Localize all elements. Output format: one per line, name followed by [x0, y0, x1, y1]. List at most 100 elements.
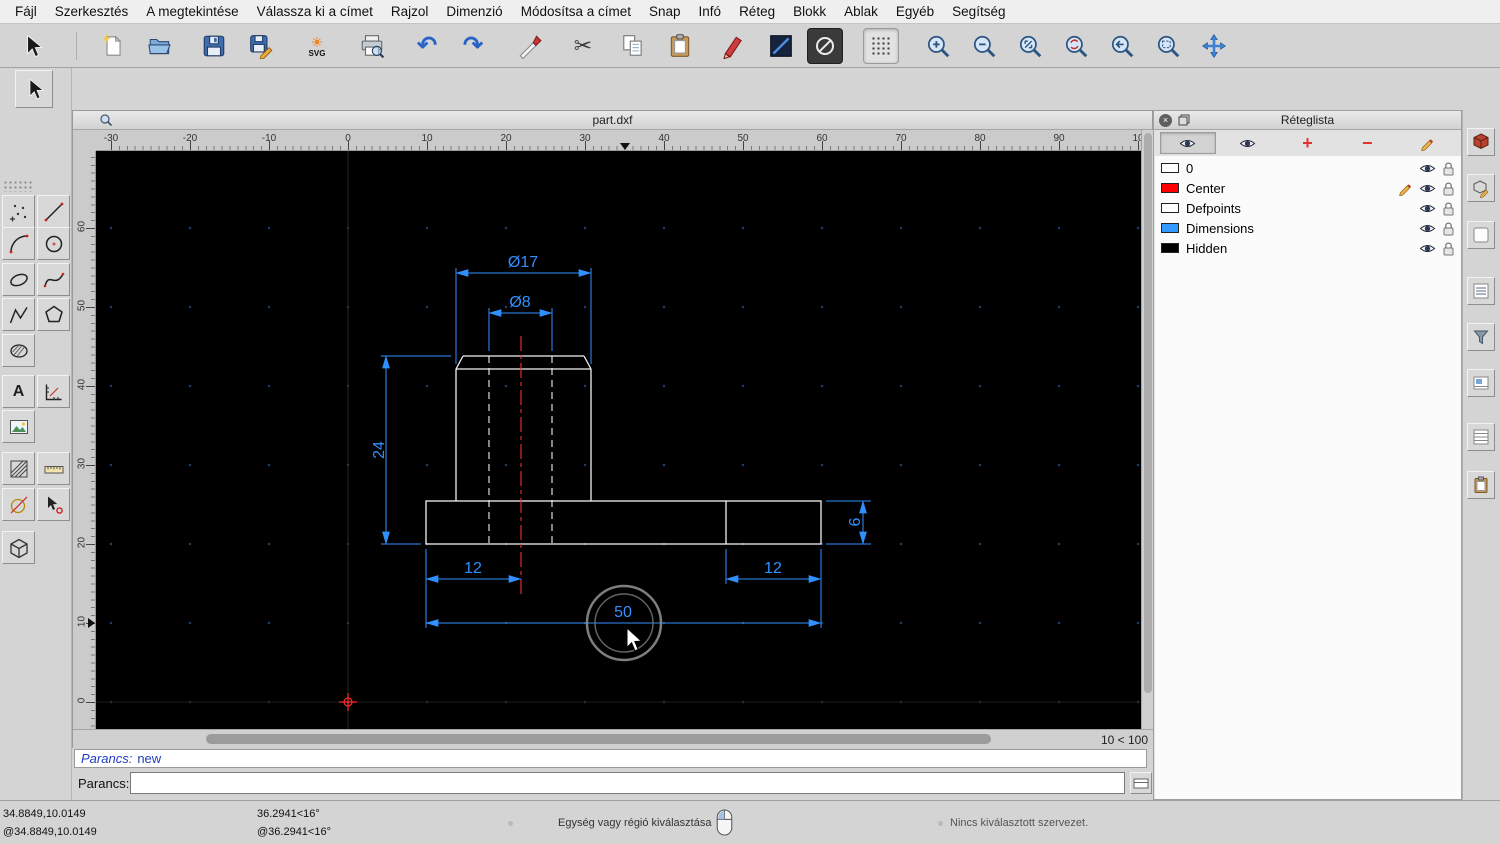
- dock-toggle-library[interactable]: [1467, 369, 1495, 397]
- copy-button[interactable]: [615, 28, 651, 64]
- layer-row-0[interactable]: 0: [1155, 158, 1461, 178]
- menu-file[interactable]: Fájl: [6, 0, 46, 24]
- layer-panel-titlebar[interactable]: × Réteglista: [1154, 111, 1461, 130]
- dock-toggle-filter[interactable]: [1467, 323, 1495, 351]
- pattern-tool-button[interactable]: [2, 452, 35, 485]
- layer-visibility-icon[interactable]: [1419, 222, 1436, 235]
- pointer-tool-button[interactable]: [15, 70, 53, 108]
- menu-other[interactable]: Egyéb: [887, 0, 943, 24]
- menu-edit[interactable]: Szerkesztés: [46, 0, 138, 24]
- measure-tool-button[interactable]: [37, 452, 70, 485]
- spline-tool-button[interactable]: [37, 263, 70, 296]
- menu-window[interactable]: Ablak: [835, 0, 887, 24]
- layer-row-defpoints[interactable]: Defpoints: [1155, 198, 1461, 218]
- menu-select[interactable]: Válassza ki a címet: [248, 0, 382, 24]
- toolbar-drag-handle[interactable]: [3, 180, 33, 192]
- new-document-button[interactable]: [95, 28, 131, 64]
- layer-color-swatch[interactable]: [1161, 183, 1179, 193]
- isometric-tool-button[interactable]: [2, 531, 35, 564]
- save-button[interactable]: [196, 28, 232, 64]
- menu-block[interactable]: Blokk: [784, 0, 835, 24]
- line-tool-button[interactable]: [37, 195, 70, 228]
- zoom-in-button[interactable]: [920, 28, 956, 64]
- save-as-button[interactable]: [243, 28, 279, 64]
- menu-snap[interactable]: Snap: [640, 0, 690, 24]
- command-options-button[interactable]: [1130, 772, 1152, 794]
- points-tool-button[interactable]: [2, 195, 35, 228]
- remove-layer-button[interactable]: −: [1339, 132, 1395, 154]
- layer-color-swatch[interactable]: [1161, 163, 1179, 173]
- menu-help[interactable]: Segítség: [943, 0, 1014, 24]
- horizontal-scrollbar[interactable]: [96, 730, 1094, 750]
- layer-lock-icon[interactable]: [1442, 181, 1455, 196]
- layer-lock-icon[interactable]: [1442, 161, 1455, 176]
- layer-lock-icon[interactable]: [1442, 221, 1455, 236]
- hatch-tool-button[interactable]: [2, 334, 35, 367]
- modify-layer-button[interactable]: [1399, 132, 1455, 154]
- show-all-layers-button[interactable]: [1160, 132, 1216, 154]
- layer-color-swatch[interactable]: [1161, 203, 1179, 213]
- layer-color-swatch[interactable]: [1161, 223, 1179, 233]
- layer-color-swatch[interactable]: [1161, 243, 1179, 253]
- add-layer-button[interactable]: +: [1279, 132, 1335, 154]
- zoom-out-button[interactable]: [966, 28, 1002, 64]
- export-svg-button[interactable]: SVG: [299, 28, 335, 64]
- dock-toggle-layer-list[interactable]: [1467, 277, 1495, 305]
- arc-tool-button[interactable]: [2, 227, 35, 260]
- select-tool-button[interactable]: [14, 28, 50, 64]
- drawing-canvas[interactable]: Ø17 Ø8 24 6 12 12 50: [96, 151, 1141, 729]
- layer-lock-icon[interactable]: [1442, 201, 1455, 216]
- attributes-pen-button[interactable]: [715, 28, 751, 64]
- open-file-button[interactable]: [142, 28, 178, 64]
- print-preview-button[interactable]: [354, 28, 390, 64]
- horizontal-scrollbar-thumb[interactable]: [206, 734, 991, 744]
- redo-button[interactable]: ↷: [455, 28, 491, 64]
- layer-row-dimensions[interactable]: Dimensions: [1155, 218, 1461, 238]
- circle-slash-button[interactable]: [807, 28, 843, 64]
- polygon-tool-button[interactable]: [37, 298, 70, 331]
- paste-button[interactable]: [662, 28, 698, 64]
- zoom-window-button[interactable]: [1150, 28, 1186, 64]
- ellipse-tool-button[interactable]: [2, 263, 35, 296]
- zoom-auto-button[interactable]: [1012, 28, 1048, 64]
- zoom-redraw-button[interactable]: [1058, 28, 1094, 64]
- command-input[interactable]: [130, 772, 1125, 794]
- grid-toggle-button[interactable]: [863, 28, 899, 64]
- menu-info[interactable]: Infó: [690, 0, 731, 24]
- layer-visibility-icon[interactable]: [1419, 242, 1436, 255]
- modify-tool-button[interactable]: [2, 488, 35, 521]
- text-tool-button[interactable]: A: [2, 375, 35, 408]
- hide-all-layers-button[interactable]: [1220, 132, 1276, 154]
- snap-tool-button[interactable]: [37, 488, 70, 521]
- dock-toggle-clipboard[interactable]: [1467, 471, 1495, 499]
- menu-view[interactable]: A megtekintése: [137, 0, 247, 24]
- layer-row-center[interactable]: Center: [1155, 178, 1461, 198]
- document-titlebar[interactable]: part.dxf: [73, 111, 1152, 130]
- circle-tool-button[interactable]: [37, 227, 70, 260]
- dock-toggle-rows[interactable]: [1467, 423, 1495, 451]
- dock-toggle-blocks[interactable]: [1467, 174, 1495, 202]
- undo-button[interactable]: ↶: [409, 28, 445, 64]
- menu-modify[interactable]: Módosítsa a címet: [512, 0, 640, 24]
- menu-layer[interactable]: Réteg: [730, 0, 784, 24]
- zoom-pan-button[interactable]: [1196, 28, 1232, 64]
- zoom-previous-button[interactable]: [1104, 28, 1140, 64]
- dock-toggle-panel[interactable]: [1467, 221, 1495, 249]
- layer-edit-icon[interactable]: [1398, 181, 1413, 196]
- image-tool-button[interactable]: [2, 410, 35, 443]
- float-panel-icon[interactable]: [1178, 114, 1190, 126]
- cut-button[interactable]: ✂: [565, 28, 601, 64]
- close-panel-button[interactable]: ×: [1159, 114, 1172, 127]
- menu-dimension[interactable]: Dimenzió: [437, 0, 511, 24]
- delete-button[interactable]: [512, 28, 548, 64]
- layer-visibility-icon[interactable]: [1419, 182, 1436, 195]
- layer-visibility-icon[interactable]: [1419, 162, 1436, 175]
- layer-lock-icon[interactable]: [1442, 241, 1455, 256]
- dimension-tool-button[interactable]: [37, 375, 70, 408]
- layer-visibility-icon[interactable]: [1419, 202, 1436, 215]
- layer-row-hidden[interactable]: Hidden: [1155, 238, 1461, 258]
- pen-settings-button[interactable]: [763, 28, 799, 64]
- vertical-scrollbar-thumb[interactable]: [1144, 133, 1152, 693]
- polyline-tool-button[interactable]: [2, 298, 35, 331]
- dock-toggle-visibility[interactable]: [1467, 128, 1495, 156]
